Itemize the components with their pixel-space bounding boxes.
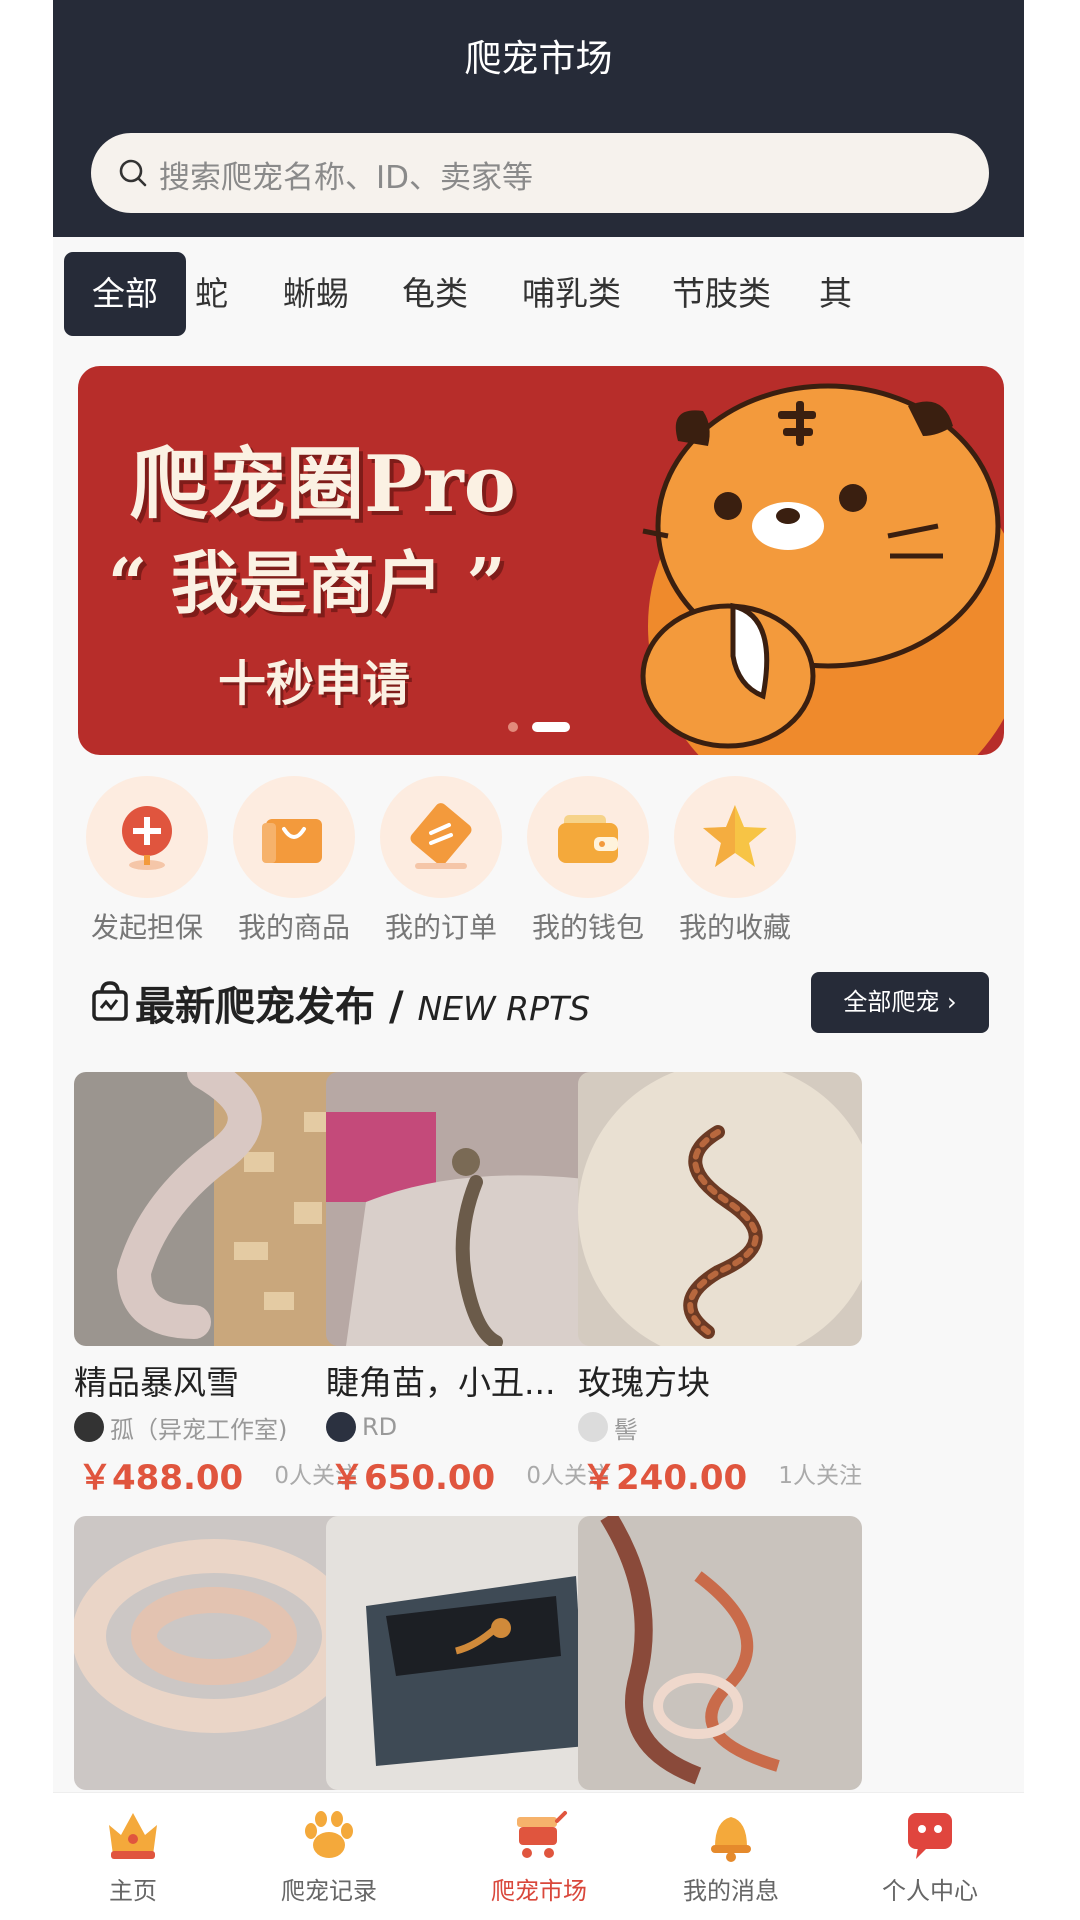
section-title: 最新爬宠发布 [135,984,375,1030]
product-image [578,1516,862,1790]
tab-snake[interactable]: 蛇 [195,252,228,336]
tab-turtle[interactable]: 龟类 [402,252,468,336]
pagination-dot[interactable] [508,721,518,732]
bell-icon [711,1817,751,1862]
add-guarantee-icon [122,806,172,870]
quick-action-label: 我的商品 [237,911,350,944]
tab-other[interactable]: 其 [819,252,852,336]
view-all-button[interactable]: 全部爬宠 › [811,972,989,1033]
chevron-right-icon: › [947,988,957,1016]
banner-subtitle: “ 我是商户 ” [108,544,506,624]
nav-label: 我的消息 [683,1877,779,1905]
shopping-bag-icon [262,819,322,863]
avatar [74,1412,104,1442]
quick-action-guarantee[interactable]: 发起担保 [77,776,217,946]
search-input[interactable]: 搜索爬宠名称、ID、卖家等 [159,152,533,197]
product-image [326,1516,610,1790]
quick-action-favorites[interactable]: 我的收藏 [665,776,805,946]
product-image [74,1516,358,1790]
profile-icon [908,1813,952,1859]
search-icon [119,159,147,187]
section-header: 最新爬宠发布 / NEW RPTS 全部爬宠 › [91,972,989,1034]
product-image [74,1072,358,1346]
app-screen: 爬宠市场 搜索爬宠名称、ID、卖家等 全部 蛇 蜥蜴 龟类 哺乳类 节肢类 其 … [53,0,1024,1920]
banner-pagination [508,716,570,735]
avatar [578,1412,608,1442]
section-subtitle: NEW RPTS [417,989,591,1028]
header: 爬宠市场 搜索爬宠名称、ID、卖家等 [53,0,1024,237]
seller-name: RD [362,1413,398,1441]
product-image [326,1072,610,1346]
promo-banner[interactable]: 爬宠圈Pro “ 我是商户 ” 十秒申请 [78,366,1004,755]
quick-action-label: 我的订单 [384,911,497,944]
nav-label: 个人中心 [882,1877,978,1905]
quick-action-products[interactable]: 我的商品 [224,776,364,946]
star-icon [703,805,767,867]
product-price: ￥240.00 [582,1458,748,1498]
tab-all[interactable]: 全部 [64,252,186,336]
search-bar[interactable]: 搜索爬宠名称、ID、卖家等 [91,133,989,213]
quick-action-wallet[interactable]: 我的钱包 [518,776,658,946]
seller-name: 孤（异宠工作室) [110,1415,288,1444]
bag-icon [92,981,128,1021]
nav-home[interactable]: 主页 [53,1807,213,1906]
bottom-nav: 主页 爬宠记录 爬宠市场 我的消息 个人中心 [53,1792,1024,1920]
nav-label: 爬宠记录 [281,1877,377,1905]
pagination-dot-active[interactable] [532,721,570,732]
nav-label: 爬宠市场 [491,1877,587,1905]
crown-icon [109,1813,157,1859]
product-image [578,1072,862,1346]
nav-label: 主页 [109,1877,157,1905]
seller-name: 髻 [614,1415,638,1444]
product-card[interactable] [578,1516,862,1790]
product-name: 精品暴风雪 [74,1363,239,1402]
product-price: ￥488.00 [78,1458,244,1498]
tab-lizard[interactable]: 蜥蜴 [283,252,349,336]
quick-action-label: 我的钱包 [531,911,644,944]
tab-arthropod[interactable]: 节肢类 [672,252,771,336]
product-name: 玫瑰方块 [578,1363,710,1402]
quick-action-label: 发起担保 [90,911,203,944]
page-title: 爬宠市场 [464,37,613,80]
product-card[interactable] [326,1516,610,1790]
category-tabs: 全部 蛇 蜥蜴 龟类 哺乳类 节肢类 其 [53,237,1024,349]
tab-mammal[interactable]: 哺乳类 [522,252,621,336]
banner-cta: 十秒申请 [218,656,411,712]
quick-action-orders[interactable]: 我的订单 [371,776,511,946]
product-card[interactable]: 玫瑰方块 髻 ￥240.00 1人关注 [578,1072,862,1498]
paw-icon [305,1811,353,1858]
quick-action-label: 我的收藏 [678,911,791,944]
product-card[interactable] [74,1516,358,1790]
nav-profile[interactable]: 个人中心 [850,1807,1010,1906]
cart-icon [517,1811,567,1858]
banner-title: 爬宠圈Pro [130,439,516,530]
view-all-label: 全部爬宠 [843,988,940,1016]
product-card[interactable]: 睫角苗，小丑... RD ￥650.00 0人关注 [326,1072,610,1498]
tiger-mascot-icon [640,383,1004,755]
nav-market[interactable]: 爬宠市场 [459,1807,619,1906]
nav-records[interactable]: 爬宠记录 [249,1807,409,1906]
nav-messages[interactable]: 我的消息 [651,1807,811,1906]
product-card[interactable]: 精品暴风雪 孤（异宠工作室) ￥488.00 0人关注 [74,1072,358,1498]
wallet-icon [558,815,618,863]
avatar [326,1412,356,1442]
order-icon [410,803,472,869]
follow-count: 1人关注 [778,1463,862,1489]
product-price: ￥650.00 [330,1458,496,1498]
product-name: 睫角苗，小丑... [326,1363,556,1402]
section-divider: / [388,984,404,1030]
